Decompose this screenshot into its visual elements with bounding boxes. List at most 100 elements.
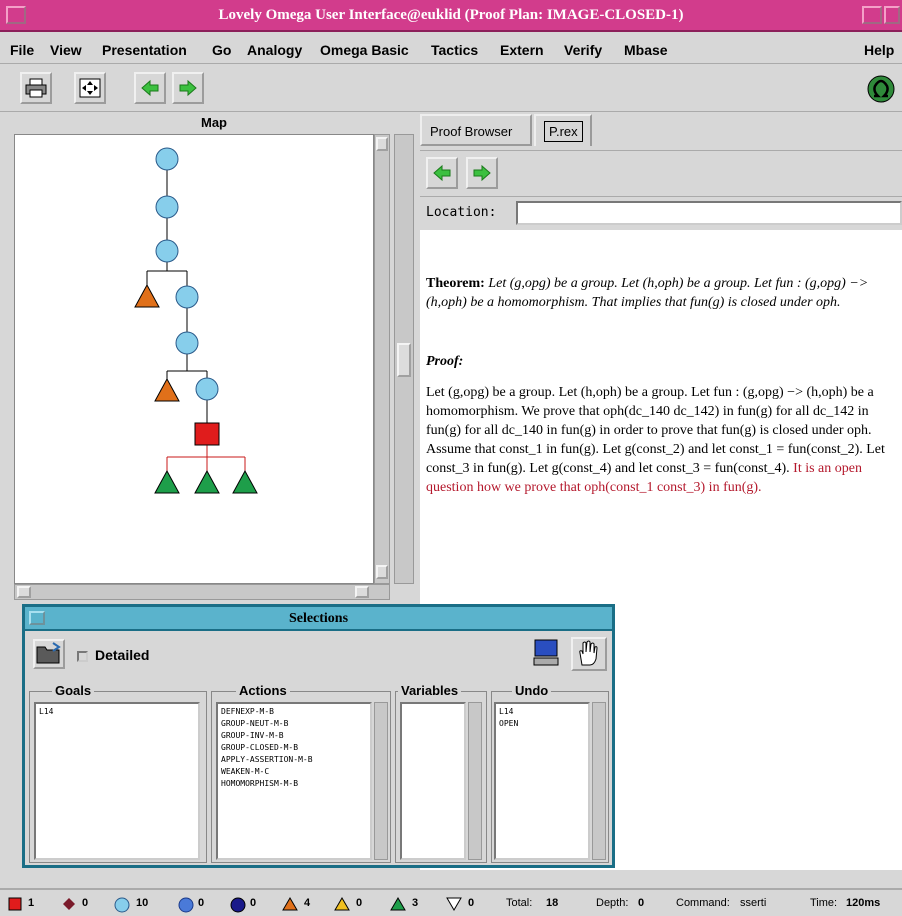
down-triangle-icon xyxy=(446,897,462,911)
light-circle-icon xyxy=(114,897,130,913)
folder-icon xyxy=(36,642,61,664)
selections-dialog: Selections Detailed Goals L14 Actions DE… xyxy=(22,604,615,868)
location-label: Location: xyxy=(426,205,497,220)
tab-prex-label: P.rex xyxy=(544,121,583,142)
computer-button[interactable] xyxy=(531,637,563,671)
actions-scrollbar[interactable] xyxy=(374,702,388,860)
list-item[interactable]: WEAKEN-M-C xyxy=(221,766,367,778)
scroll-right-arrow[interactable] xyxy=(355,586,369,598)
tree-node-square-red xyxy=(194,422,220,446)
scroll-left-arrow[interactable] xyxy=(17,586,31,598)
goals-list[interactable]: L14 xyxy=(34,702,200,860)
status-bar: 1 0 10 0 0 4 0 3 0 Total: 18 Depth: 0 Co… xyxy=(0,888,902,915)
legend-down-triangle xyxy=(446,897,462,914)
list-item[interactable]: GROUP-NEUT-M-B xyxy=(221,718,367,730)
browser-forward-button[interactable] xyxy=(466,157,498,189)
menu-analogy[interactable]: Analogy xyxy=(247,42,302,58)
browser-back-button[interactable] xyxy=(426,157,458,189)
depth-label: Depth: xyxy=(596,897,629,909)
fit-view-button[interactable] xyxy=(74,72,106,104)
red-square-icon xyxy=(8,897,22,911)
undo-list[interactable]: L14 OPEN xyxy=(494,702,590,860)
selections-title-bar: Selections xyxy=(25,607,612,631)
theorem-label: Theorem: xyxy=(426,276,485,291)
proof-paragraph: Let (g,opg) be a group. Let (h,oph) be a… xyxy=(426,383,896,497)
orange-triangle-icon xyxy=(282,897,298,911)
legend-dark-circle xyxy=(230,897,246,916)
omega-logo xyxy=(866,74,896,104)
location-input[interactable] xyxy=(516,201,902,225)
menu-omega-basic[interactable]: Omega Basic xyxy=(320,42,409,58)
goals-label: Goals xyxy=(52,683,95,698)
list-item[interactable]: HOMOMORPHISM-M-B xyxy=(221,778,367,790)
list-item[interactable]: DEFNEXP-M-B xyxy=(221,706,367,718)
diamond-icon xyxy=(63,898,75,910)
toolbar xyxy=(0,66,902,112)
minimize-button[interactable] xyxy=(862,6,882,24)
count-diamond: 0 xyxy=(82,897,89,909)
legend-mid-circle xyxy=(178,897,194,916)
location-row: Location: xyxy=(420,196,902,228)
menu-tactics[interactable]: Tactics xyxy=(431,42,478,58)
selections-window-menu[interactable] xyxy=(29,611,45,625)
back-button[interactable] xyxy=(134,72,166,104)
total-value: 18 xyxy=(546,897,559,909)
tab-prex[interactable]: P.rex xyxy=(534,114,592,146)
open-folder-button[interactable] xyxy=(33,639,65,669)
goals-group: Goals L14 xyxy=(29,683,207,863)
print-button[interactable] xyxy=(20,72,52,104)
legend-green-triangle xyxy=(390,897,406,914)
back-arrow-icon xyxy=(433,164,451,182)
count-dark-circle: 0 xyxy=(250,897,257,909)
legend-light-circle xyxy=(114,897,130,916)
tree-node-triangle-green xyxy=(194,469,220,494)
menu-extern[interactable]: Extern xyxy=(500,42,544,58)
undo-group: Undo L14 OPEN xyxy=(491,683,609,863)
list-item[interactable]: L14 xyxy=(499,706,585,718)
list-item[interactable]: GROUP-CLOSED-M-B xyxy=(221,742,367,754)
count-orange-triangle: 4 xyxy=(304,897,311,909)
list-item[interactable]: GROUP-INV-M-B xyxy=(221,730,367,742)
list-item[interactable]: OPEN xyxy=(499,718,585,730)
variables-list[interactable] xyxy=(400,702,466,860)
panel-splitter[interactable] xyxy=(394,134,414,584)
menu-help[interactable]: Help xyxy=(864,42,894,58)
title-bar: Lovely Omega User Interface@euklid (Proo… xyxy=(0,0,902,32)
proof-tree xyxy=(134,147,258,494)
legend-diamond xyxy=(62,897,76,914)
menu-verify[interactable]: Verify xyxy=(564,42,602,58)
command-label: Command: xyxy=(676,897,730,909)
detailed-checkbox[interactable] xyxy=(77,651,88,662)
maximize-button[interactable] xyxy=(884,6,900,24)
time-label: Time: xyxy=(810,897,838,909)
menu-mbase[interactable]: Mbase xyxy=(624,42,668,58)
hand-tool-button[interactable] xyxy=(571,637,607,671)
tab-proof-browser[interactable]: Proof Browser xyxy=(420,114,532,146)
list-item[interactable]: L14 xyxy=(39,706,195,718)
list-item[interactable]: APPLY-ASSERTION-M-B xyxy=(221,754,367,766)
scroll-up-arrow[interactable] xyxy=(376,137,388,151)
map-horizontal-scrollbar[interactable] xyxy=(14,584,390,600)
time-value: 120ms xyxy=(846,897,881,909)
forward-button[interactable] xyxy=(172,72,204,104)
actions-list[interactable]: DEFNEXP-M-B GROUP-NEUT-M-B GROUP-INV-M-B… xyxy=(216,702,372,860)
tree-node-circle xyxy=(155,147,179,171)
tree-node-circle xyxy=(195,377,219,401)
selections-title: Selections xyxy=(288,611,349,626)
count-yellow-triangle: 0 xyxy=(356,897,363,909)
undo-scrollbar[interactable] xyxy=(592,702,606,860)
menu-presentation[interactable]: Presentation xyxy=(102,42,187,58)
theorem-text: Let (g,opg) be a group. Let (h,oph) be a… xyxy=(426,276,869,310)
splitter-handle[interactable] xyxy=(397,343,411,377)
tree-node-circle xyxy=(175,331,199,355)
tree-node-circle xyxy=(155,239,179,263)
menu-go[interactable]: Go xyxy=(212,42,231,58)
menu-view[interactable]: View xyxy=(50,42,82,58)
map-vertical-scrollbar[interactable] xyxy=(374,134,390,584)
variables-group: Variables xyxy=(395,683,487,863)
proof-map-canvas[interactable] xyxy=(14,134,374,584)
menu-file[interactable]: File xyxy=(10,42,34,58)
scroll-down-arrow[interactable] xyxy=(376,565,388,579)
fit-view-icon xyxy=(79,78,101,98)
variables-scrollbar[interactable] xyxy=(468,702,482,860)
